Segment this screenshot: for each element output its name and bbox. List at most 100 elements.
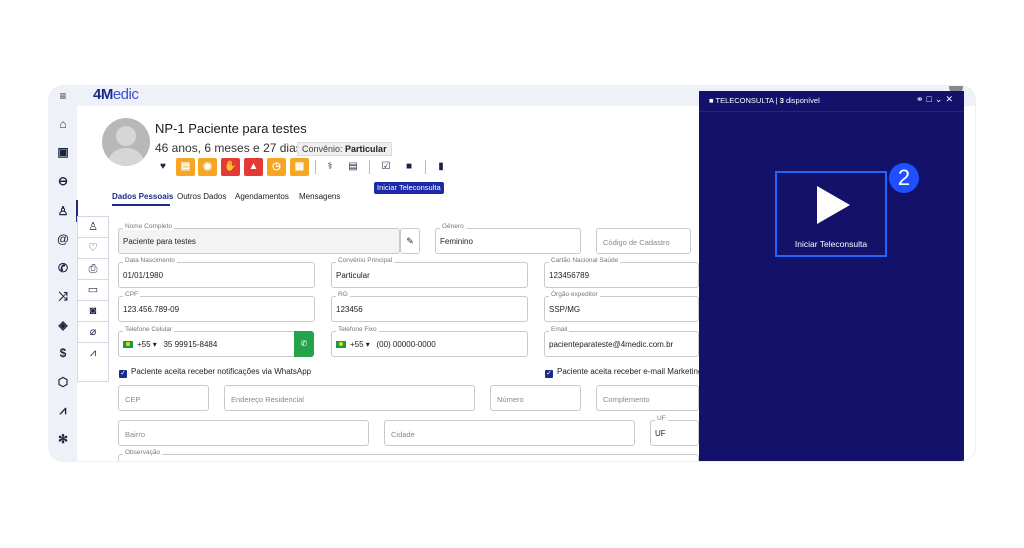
menu-icon[interactable]: ≡ [55,88,71,104]
link-icon[interactable]: ⚭ [916,94,927,104]
celular-value: 35 99915-8484 [163,340,218,349]
active-tab-underline [112,204,170,206]
toolbar-separator [425,160,426,174]
person-icon[interactable]: ♙ [78,217,108,238]
rg-label: RG [336,291,350,298]
panel-controls: ⚭□⌄✕ [916,94,956,105]
telefone-fixo-field[interactable]: Telefone Fixo +55 ▾ (00) 00000-0000 [331,326,528,357]
complemento-placeholder: Complemento [603,395,650,404]
user-icon[interactable]: ♙ [55,203,71,219]
tab-dados-pessoais[interactable]: Dados Pessoais [112,192,173,201]
stethoscope-icon[interactable]: ⚕ [322,159,338,175]
toolbar-separator [369,160,370,174]
fixo-label: Telefone Fixo [336,326,379,333]
celular-ddi[interactable]: +55 ▾ [137,340,157,349]
paperclip-icon[interactable]: ⌀ [78,322,108,343]
clock-icon[interactable]: ◷ [267,158,286,176]
printer-icon[interactable]: ⎙ [78,259,108,280]
left-sidebar: ≡ ⌂ ▣ ⊖ ♙ @ ✆ ⤨ ◈ $ ⬡ ⩘ ✻ [49,86,78,461]
cidade-placeholder: Cidade [391,430,415,439]
cpf-field[interactable]: CPF 123.456.789-09 [118,291,315,322]
cpf-label: CPF [123,291,140,298]
email-marketing-label: Paciente aceita receber e-mail Marketing [557,367,703,376]
complemento-field[interactable]: Complemento [596,385,699,411]
email-field[interactable]: Email pacienteparateste@4medic.com.br [544,326,699,357]
codigo-cadastro-field[interactable]: Código de Cadastro [596,228,691,254]
uf-label: UF [655,415,668,422]
chevron-down-icon[interactable]: ⌄ [935,94,946,104]
pill-icon[interactable]: ◉ [198,158,217,176]
video-camera-icon[interactable]: ■ [401,159,417,175]
folder-icon[interactable]: ▭ [78,280,108,301]
whatsapp-icon[interactable]: ✆ [294,331,314,357]
endereco-placeholder: Endereço Residencial [231,395,304,404]
warning-icon[interactable]: ▲ [244,158,263,176]
celular-label: Telefone Celular [123,326,174,333]
endereco-field[interactable]: Endereço Residencial [224,385,475,411]
observacao-label: Observação [123,449,163,456]
orgao-expeditor-field[interactable]: Órgão expeditor SSP/MG [544,291,699,322]
observacao-field[interactable]: Observação [118,449,699,461]
hand-stop-icon[interactable]: ✋ [221,158,240,176]
tab-outros-dados[interactable]: Outros Dados [177,192,226,201]
close-icon[interactable]: ✕ [945,94,956,104]
calendar-icon[interactable]: ▣ [55,144,71,160]
logo-rest: edic [112,86,139,103]
tag-icon[interactable]: ◈ [55,317,71,333]
heart-pulse-icon[interactable]: ♡ [78,238,108,259]
rg-value: 123456 [336,305,363,314]
genero-field[interactable]: Gênero Feminino [435,223,581,254]
start-teleconsulta-button[interactable]: Iniciar Teleconsulta [775,171,887,257]
heartbeat-icon[interactable]: ♥ [155,159,171,175]
numero-placeholder: Número [497,395,524,404]
uf-field[interactable]: UF UF [650,415,699,446]
cartao-nacional-field[interactable]: Cartão Nacional Saúde 123456789 [544,257,699,288]
start-teleconsulta-label: Iniciar Teleconsulta [794,239,868,249]
data-nascimento-field[interactable]: Data Nascimento 01/01/1980 [118,257,315,288]
cep-field[interactable]: CEP [118,385,209,411]
camera-icon[interactable]: ◙ [78,301,108,322]
gear-icon[interactable]: ✻ [55,431,71,447]
nome-completo-field[interactable]: Nome Completo Paciente para testes [118,223,400,254]
signature-icon[interactable]: ⩘ [78,343,108,364]
clipboard-icon[interactable]: ▤ [176,158,195,176]
calendar-check-icon[interactable]: ☑ [378,159,394,175]
video-icon: ■ [709,96,714,105]
bairro-placeholder: Bairro [125,430,146,439]
grid-icon[interactable]: ▦ [290,158,309,176]
orgao-label: Órgão expeditor [549,291,600,298]
email-value: pacienteparateste@4medic.com.br [549,340,674,349]
cidade-field[interactable]: Cidade [384,420,635,446]
car-icon[interactable]: ⊖ [55,173,71,189]
email-marketing-checkbox[interactable]: ✓ Paciente aceita receber e-mail Marketin… [545,367,702,378]
checkbox-checked-icon: ✓ [119,370,127,378]
home-icon[interactable]: ⌂ [55,116,71,132]
cep-placeholder: CEP [125,395,141,404]
maximize-icon[interactable]: □ [926,94,934,104]
shuffle-icon[interactable]: ⤨ [55,288,71,304]
at-icon[interactable]: @ [55,231,71,247]
app-logo[interactable]: 4Medic [93,86,139,103]
tab-agendamentos[interactable]: Agendamentos [235,192,289,201]
chart-icon[interactable]: ⩘ [55,402,71,418]
edit-name-button[interactable]: ✎ [400,228,420,254]
numero-field[interactable]: Número [490,385,581,411]
email-label: Email [549,326,570,333]
rg-field[interactable]: RG 123456 [331,291,528,322]
box-icon[interactable]: ⬡ [55,374,71,390]
phone-icon[interactable]: ✆ [55,260,71,276]
telefone-celular-field[interactable]: Telefone Celular +55 ▾ 35 99915-8484 [118,326,295,357]
teleconsulta-status: disponível [785,96,820,105]
teleconsulta-panel: ■ TELECONSULTA | 3 disponível ⚭□⌄✕ Inici… [699,91,964,461]
list-icon[interactable]: ▤ [345,159,361,175]
bairro-field[interactable]: Bairro [118,420,369,446]
fixo-ddi[interactable]: +55 ▾ [350,340,370,349]
whatsapp-consent-checkbox[interactable]: ✓ Paciente aceita receber notificações vi… [119,367,311,378]
fixo-value: (00) 00000-0000 [376,340,436,349]
convenio-principal-field[interactable]: Convênio Principal Particular [331,257,528,288]
cartao-label: Cartão Nacional Saúde [549,257,621,264]
book-icon[interactable]: ▮ [433,159,449,175]
dollar-icon[interactable]: $ [55,345,71,361]
tab-mensagens[interactable]: Mensagens [299,192,340,201]
codigo-placeholder: Código de Cadastro [603,238,670,247]
